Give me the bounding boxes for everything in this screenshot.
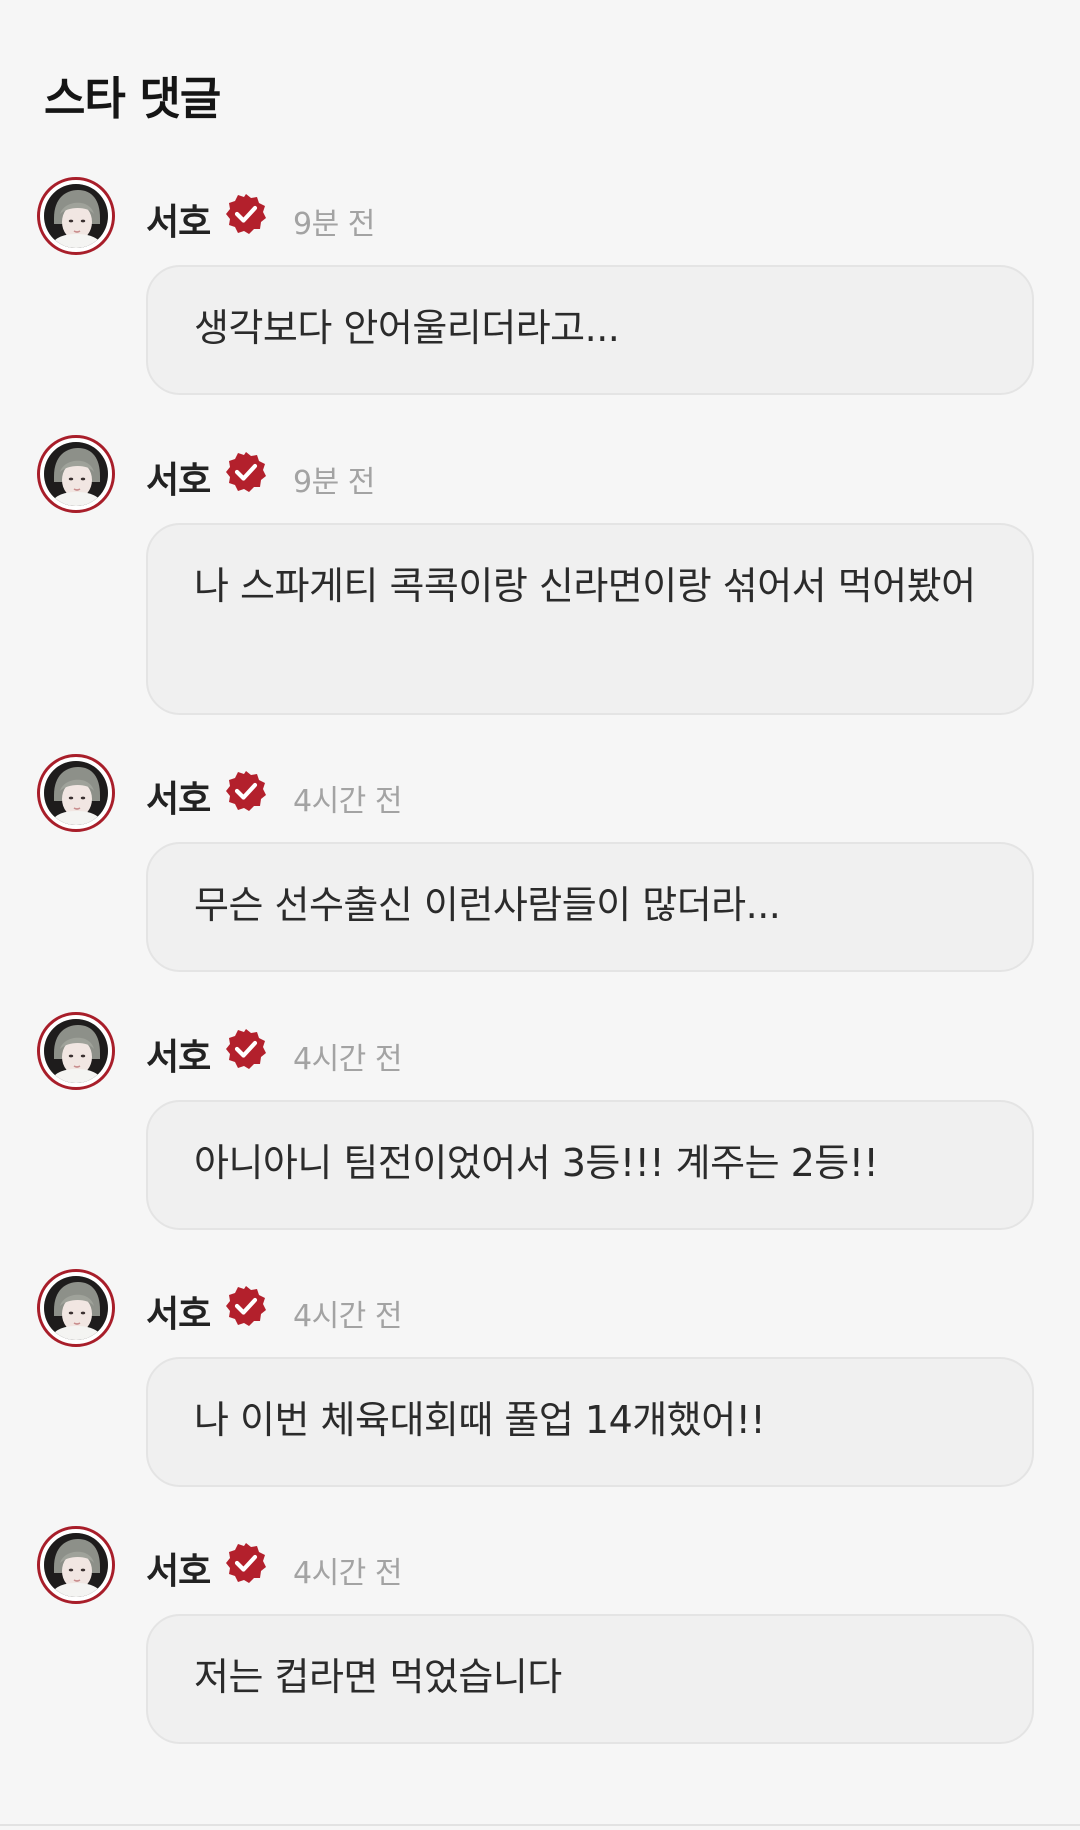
author-name[interactable]: 서호 [146, 770, 211, 822]
comment-bubble: 아니아니 팀전이었어서 3등!!! 계주는 2등!! [146, 1100, 1034, 1230]
comment-item: 서호 4시간 전 나 이번 체육대회때 풀업 14개했어!! [0, 1269, 1080, 1489]
verified-badge-icon [226, 771, 266, 811]
comment-bubble: 무슨 선수출신 이런사람들이 많더라... [146, 842, 1034, 972]
verified-badge-icon [226, 1543, 266, 1583]
comment-bubble: 나 이번 체육대회때 풀업 14개했어!! [146, 1357, 1034, 1487]
comment-timestamp: 4시간 전 [293, 1556, 402, 1591]
verified-badge-icon [226, 1286, 266, 1326]
comment-timestamp: 9분 전 [293, 465, 375, 500]
comment-timestamp: 4시간 전 [293, 1042, 402, 1077]
comment-item: 서호 4시간 전 아니아니 팀전이었어서 3등!!! 계주는 2등!! [0, 1012, 1080, 1232]
author-name[interactable]: 서호 [146, 1542, 211, 1594]
verified-badge-icon [226, 194, 266, 234]
avatar[interactable] [37, 1526, 115, 1604]
avatar[interactable] [37, 1012, 115, 1090]
avatar[interactable] [37, 177, 115, 255]
author-name[interactable]: 서호 [146, 193, 211, 245]
avatar[interactable] [37, 754, 115, 832]
avatar[interactable] [37, 435, 115, 513]
comment-timestamp: 4시간 전 [293, 784, 402, 819]
comment-timestamp: 4시간 전 [293, 1299, 402, 1334]
comment-timestamp: 9분 전 [293, 207, 375, 242]
page-title: 스타 댓글 [44, 72, 221, 125]
author-name[interactable]: 서호 [146, 1028, 211, 1080]
comment-item: 서호 4시간 전 저는 컵라면 먹었습니다 [0, 1526, 1080, 1746]
bottom-divider [0, 1824, 1080, 1826]
verified-badge-icon [226, 1029, 266, 1069]
comment-item: 서호 9분 전 나 스파게티 콕콕이랑 신라면이랑 섞어서 먹어봤어 [0, 435, 1080, 715]
comment-bubble: 저는 컵라면 먹었습니다 [146, 1614, 1034, 1744]
comment-bubble: 생각보다 안어울리더라고... [146, 265, 1034, 395]
author-name[interactable]: 서호 [146, 1285, 211, 1337]
comment-bubble: 나 스파게티 콕콕이랑 신라면이랑 섞어서 먹어봤어 [146, 523, 1034, 715]
verified-badge-icon [226, 452, 266, 492]
comment-item: 서호 4시간 전 무슨 선수출신 이런사람들이 많더라... [0, 754, 1080, 974]
author-name[interactable]: 서호 [146, 451, 211, 503]
avatar[interactable] [37, 1269, 115, 1347]
comment-item: 서호 9분 전 생각보다 안어울리더라고... [0, 177, 1080, 397]
